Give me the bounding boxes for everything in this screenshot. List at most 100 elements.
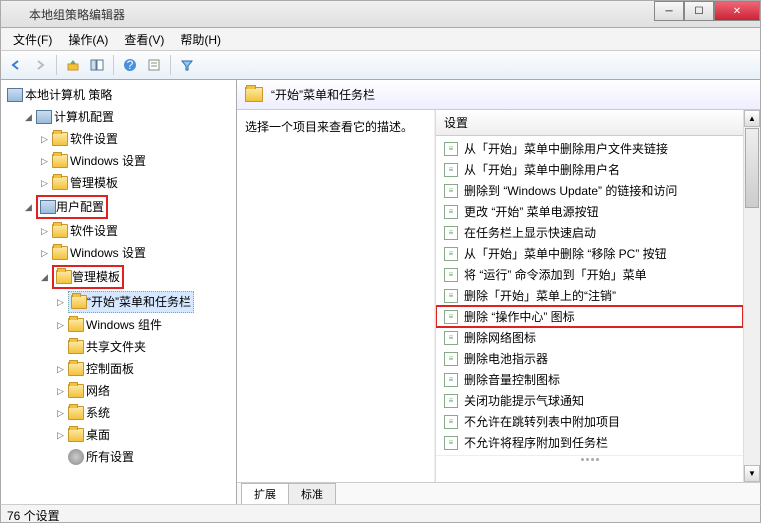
description-pane: 选择一个项目来查看它的描述。 bbox=[237, 110, 435, 482]
tree-computer-config[interactable]: ◢ 计算机配置 bbox=[21, 106, 234, 128]
setting-item[interactable]: ≡不允许将程序附加到任务栏 bbox=[436, 432, 743, 453]
maximize-button[interactable]: ☐ bbox=[684, 1, 714, 21]
tree-uc-software[interactable]: ▷软件设置 bbox=[37, 220, 120, 242]
scroll-thumb[interactable] bbox=[745, 128, 759, 208]
setting-item[interactable]: ≡不允许在跳转列表中附加项目 bbox=[436, 411, 743, 432]
tree-uc-admin[interactable]: ◢ 管理模板 bbox=[37, 264, 234, 290]
setting-item[interactable]: ≡ 从「开始」菜单中删除 “移除 PC” 按钮 bbox=[436, 243, 743, 264]
highlight-box: 管理模板 bbox=[52, 265, 124, 289]
minimize-button[interactable]: ─ bbox=[654, 1, 684, 21]
policy-icon: ≡ bbox=[444, 247, 458, 261]
folder-icon bbox=[52, 132, 68, 146]
setting-item[interactable]: ≡删除电池指示器 bbox=[436, 348, 743, 369]
folder-icon bbox=[68, 340, 84, 354]
scroll-track[interactable] bbox=[744, 209, 760, 465]
up-button[interactable] bbox=[62, 54, 84, 76]
collapse-icon[interactable]: ◢ bbox=[23, 202, 34, 213]
setting-item-label: 更改 “开始” 菜单电源按钮 bbox=[464, 203, 599, 220]
bottom-tabs: 扩展 标准 bbox=[237, 482, 760, 504]
policy-icon: ≡ bbox=[444, 184, 458, 198]
tree-all-settings[interactable]: 所有设置 bbox=[53, 446, 136, 468]
expand-icon[interactable]: ▷ bbox=[39, 134, 50, 145]
setting-item[interactable]: ≡从「开始」菜单中删除用户文件夹链接 bbox=[436, 138, 743, 159]
collapse-icon[interactable]: ◢ bbox=[23, 112, 34, 123]
expand-icon[interactable]: ▷ bbox=[55, 297, 66, 308]
setting-item[interactable]: ≡从「开始」菜单中删除用户名 bbox=[436, 159, 743, 180]
setting-item[interactable]: ≡ 删除 “操作中心” 图标 bbox=[436, 306, 743, 327]
window-buttons: ─ ☐ ✕ bbox=[654, 1, 760, 21]
policy-icon: ≡ bbox=[444, 205, 458, 219]
policy-icon: ≡ bbox=[444, 394, 458, 408]
tree-cc-software[interactable]: ▷软件设置 bbox=[37, 128, 120, 150]
menu-view[interactable]: 查看(V) bbox=[116, 29, 172, 50]
expand-icon[interactable]: ▷ bbox=[39, 178, 50, 189]
tab-extended[interactable]: 扩展 bbox=[241, 483, 289, 504]
expand-icon[interactable]: ▷ bbox=[55, 386, 66, 397]
tree-user-config[interactable]: ◢ 用户配置 bbox=[21, 194, 234, 220]
show-hide-tree-button[interactable] bbox=[86, 54, 108, 76]
description-prompt: 选择一个项目来查看它的描述。 bbox=[245, 120, 413, 134]
setting-item[interactable]: ≡删除网络图标 bbox=[436, 327, 743, 348]
work-area: 本地计算机 策略 ◢ 计算机配置 ▷软件设置 ▷Windows 设置 ▷管理模板 bbox=[0, 80, 761, 504]
tree-desktop[interactable]: ▷桌面 bbox=[53, 424, 112, 446]
setting-item-label: 删除 “操作中心” 图标 bbox=[464, 308, 575, 325]
highlight-box-selected: “开始”菜单和任务栏 bbox=[68, 291, 194, 313]
help-button[interactable]: ? bbox=[119, 54, 141, 76]
tree-shared-folders[interactable]: 共享文件夹 bbox=[53, 336, 148, 358]
expand-icon[interactable]: ▷ bbox=[39, 226, 50, 237]
properties-button[interactable] bbox=[143, 54, 165, 76]
tree-label: Windows 组件 bbox=[86, 315, 162, 335]
setting-item[interactable]: ≡删除「开始」菜单上的“注销” bbox=[436, 285, 743, 306]
close-button[interactable]: ✕ bbox=[714, 1, 760, 21]
setting-item-label: 删除「开始」菜单上的“注销” bbox=[464, 287, 616, 304]
tree-control-panel[interactable]: ▷控制面板 bbox=[53, 358, 136, 380]
menu-action[interactable]: 操作(A) bbox=[60, 29, 116, 50]
user-icon bbox=[40, 200, 56, 214]
vertical-scrollbar[interactable]: ▲ ▼ bbox=[743, 110, 760, 482]
setting-item[interactable]: ≡ 更改 “开始” 菜单电源按钮 bbox=[436, 201, 743, 222]
tree-cc-admin[interactable]: ▷ 管理模板 bbox=[37, 172, 120, 194]
folder-icon bbox=[52, 246, 68, 260]
tree-pane[interactable]: 本地计算机 策略 ◢ 计算机配置 ▷软件设置 ▷Windows 设置 ▷管理模板 bbox=[1, 80, 237, 504]
forward-button[interactable] bbox=[29, 54, 51, 76]
setting-item[interactable]: ≡关闭功能提示气球通知 bbox=[436, 390, 743, 411]
tree-cc-windows[interactable]: ▷Windows 设置 bbox=[37, 150, 148, 172]
collapse-icon[interactable]: ◢ bbox=[39, 272, 50, 283]
tree-label: 管理模板 bbox=[70, 173, 118, 193]
setting-item[interactable]: ≡将 “运行” 命令添加到「开始」菜单 bbox=[436, 264, 743, 285]
expand-icon[interactable]: ▷ bbox=[55, 408, 66, 419]
settings-list-pane[interactable]: 设置 ≡从「开始」菜单中删除用户文件夹链接≡从「开始」菜单中删除用户名≡删除到 … bbox=[435, 110, 743, 482]
menu-file[interactable]: 文件(F) bbox=[5, 29, 60, 50]
tree-start-taskbar[interactable]: ▷ “开始”菜单和任务栏 bbox=[53, 290, 196, 314]
tree-network[interactable]: ▷网络 bbox=[53, 380, 112, 402]
tree-win-components[interactable]: ▷ Windows 组件 bbox=[53, 314, 164, 336]
expand-icon[interactable]: ▷ bbox=[39, 156, 50, 167]
tree-system[interactable]: ▷ 系统 bbox=[53, 402, 112, 424]
setting-item[interactable]: ≡删除音量控制图标 bbox=[436, 369, 743, 390]
toolbar-separator bbox=[113, 55, 114, 75]
back-button[interactable] bbox=[5, 54, 27, 76]
setting-item-label: 从「开始」菜单中删除 “移除 PC” 按钮 bbox=[464, 245, 667, 262]
filter-button[interactable] bbox=[176, 54, 198, 76]
policy-icon: ≡ bbox=[444, 142, 458, 156]
settings-list: ≡从「开始」菜单中删除用户文件夹链接≡从「开始」菜单中删除用户名≡删除到 “Wi… bbox=[436, 136, 743, 455]
expand-icon[interactable]: ▷ bbox=[39, 248, 50, 259]
setting-item[interactable]: ≡删除到 “Windows Update” 的链接和访问 bbox=[436, 180, 743, 201]
tree-root[interactable]: 本地计算机 策略 bbox=[5, 84, 234, 106]
tree-label: 系统 bbox=[86, 403, 110, 423]
scroll-up-button[interactable]: ▲ bbox=[744, 110, 760, 127]
expand-icon[interactable]: ▷ bbox=[55, 430, 66, 441]
tree-uc-windows[interactable]: ▷ Windows 设置 bbox=[37, 242, 148, 264]
menu-help[interactable]: 帮助(H) bbox=[172, 29, 229, 50]
scroll-down-button[interactable]: ▼ bbox=[744, 465, 760, 482]
policy-icon: ≡ bbox=[444, 310, 458, 324]
setting-item[interactable]: ≡在任务栏上显示快速启动 bbox=[436, 222, 743, 243]
setting-item-label: 从「开始」菜单中删除用户名 bbox=[464, 161, 620, 178]
tab-standard[interactable]: 标准 bbox=[288, 483, 336, 504]
expand-icon[interactable]: ▷ bbox=[55, 320, 66, 331]
tree-label: Windows 设置 bbox=[70, 243, 146, 263]
window-title: 本地组策略编辑器 bbox=[29, 6, 754, 23]
column-header-setting[interactable]: 设置 bbox=[436, 110, 743, 136]
expand-icon[interactable]: ▷ bbox=[55, 364, 66, 375]
horizontal-splitter[interactable] bbox=[436, 455, 743, 463]
